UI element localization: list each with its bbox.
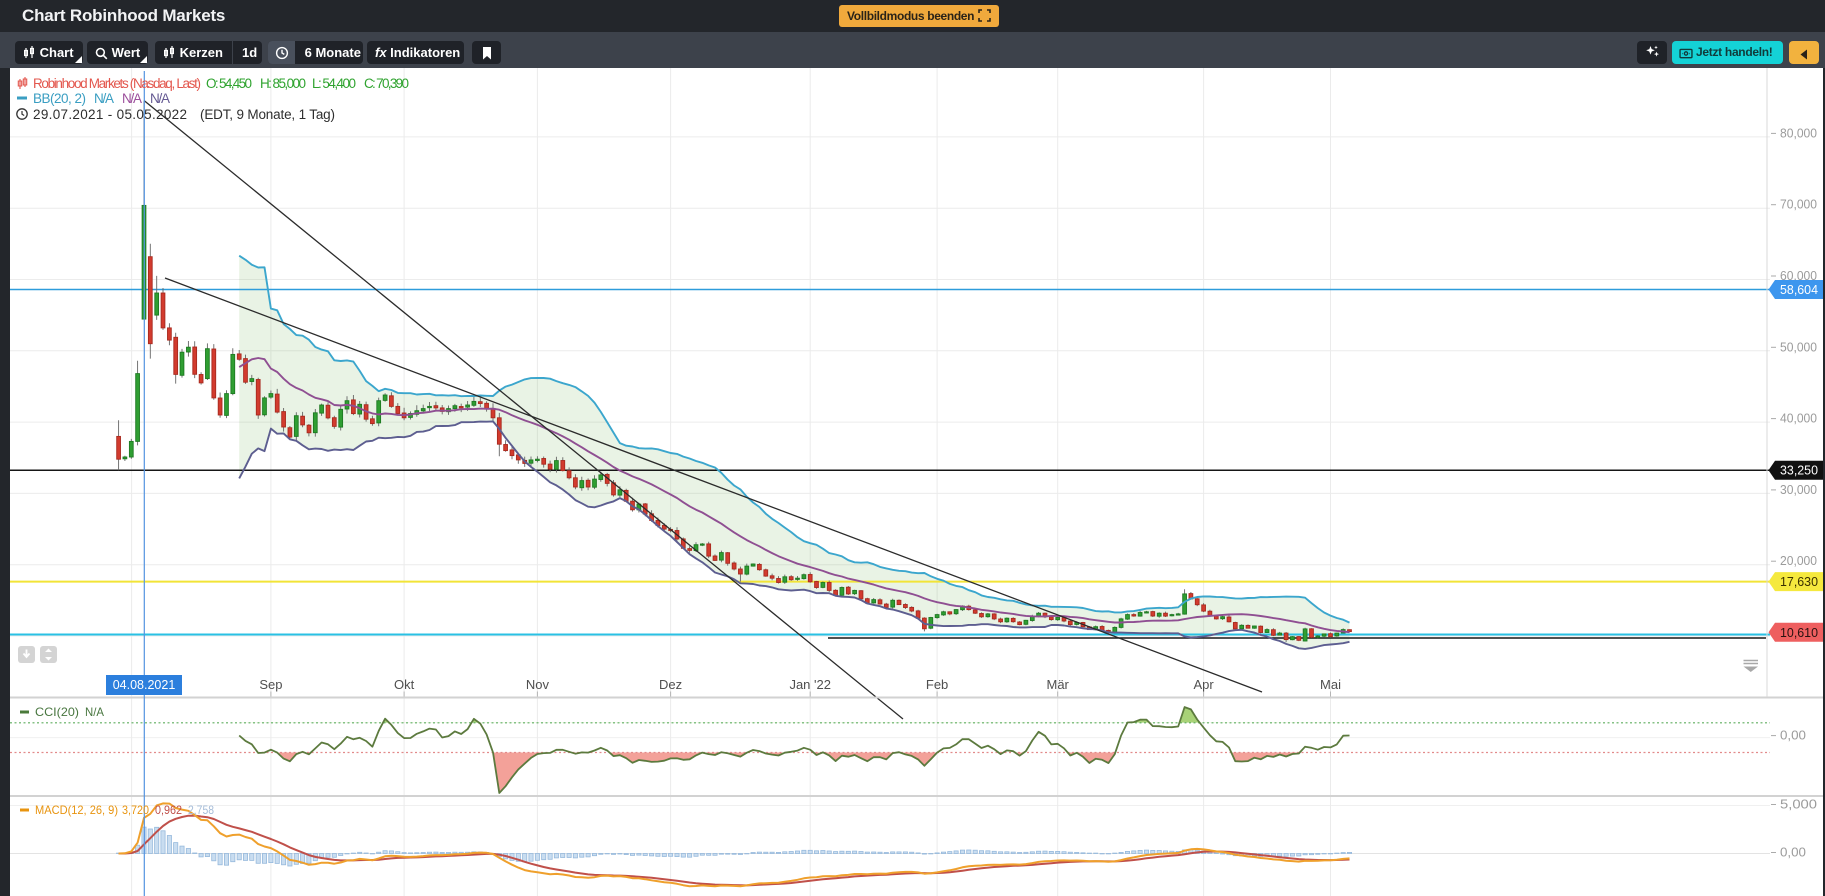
svg-text:N/A: N/A [150,91,170,106]
svg-text:Sep: Sep [259,677,282,692]
svg-text:Mai: Mai [1320,677,1341,692]
svg-text:3,720: 3,720 [122,803,149,817]
svg-text:17,630: 17,630 [1780,574,1818,589]
svg-text:0,00: 0,00 [1780,729,1806,743]
svg-text:Nov: Nov [526,677,550,692]
svg-text:H: 85,000: H: 85,000 [260,76,306,91]
svg-text:70,000: 70,000 [1780,198,1817,212]
svg-text:80,000: 80,000 [1780,126,1817,140]
svg-text:L: 54,400: L: 54,400 [312,76,356,91]
svg-text:MACD(12, 26, 9): MACD(12, 26, 9) [35,803,118,817]
svg-text:Okt: Okt [394,677,415,692]
svg-text:Dez: Dez [659,677,682,692]
svg-text:N/A: N/A [85,705,104,719]
svg-text:N/A: N/A [94,91,114,106]
svg-text:Mär: Mär [1047,677,1070,692]
svg-text:Robinhood Markets (Nasdaq, Las: Robinhood Markets (Nasdaq, Last) [33,76,201,91]
svg-text:Apr: Apr [1193,677,1214,692]
svg-text:N/A: N/A [122,91,142,106]
svg-text:0,962: 0,962 [155,803,182,817]
svg-text:0,00: 0,00 [1780,846,1806,860]
svg-text:29.07.2021 - 05.05.2022: 29.07.2021 - 05.05.2022 [33,107,187,122]
svg-text:C: 70,390: C: 70,390 [364,76,409,91]
svg-text:2,758: 2,758 [188,803,214,817]
svg-text:5,000: 5,000 [1780,798,1817,812]
svg-text:40,000: 40,000 [1780,412,1817,426]
svg-text:Feb: Feb [926,677,948,692]
svg-text:(EDT, 9 Monate, 1 Tag): (EDT, 9 Monate, 1 Tag) [200,107,335,122]
svg-text:58,604: 58,604 [1780,282,1818,297]
svg-text:20,000: 20,000 [1780,554,1817,568]
svg-text:CCI(20): CCI(20) [35,705,79,719]
svg-text:O: 54,450: O: 54,450 [206,76,252,91]
svg-text:30,000: 30,000 [1780,483,1817,497]
svg-text:BB(20, 2): BB(20, 2) [33,91,86,106]
svg-text:33,250: 33,250 [1780,463,1818,478]
svg-text:50,000: 50,000 [1780,340,1817,354]
svg-text:10,610: 10,610 [1780,625,1818,640]
svg-text:Jan '22: Jan '22 [789,677,831,692]
svg-text:04.08.2021: 04.08.2021 [113,678,176,692]
